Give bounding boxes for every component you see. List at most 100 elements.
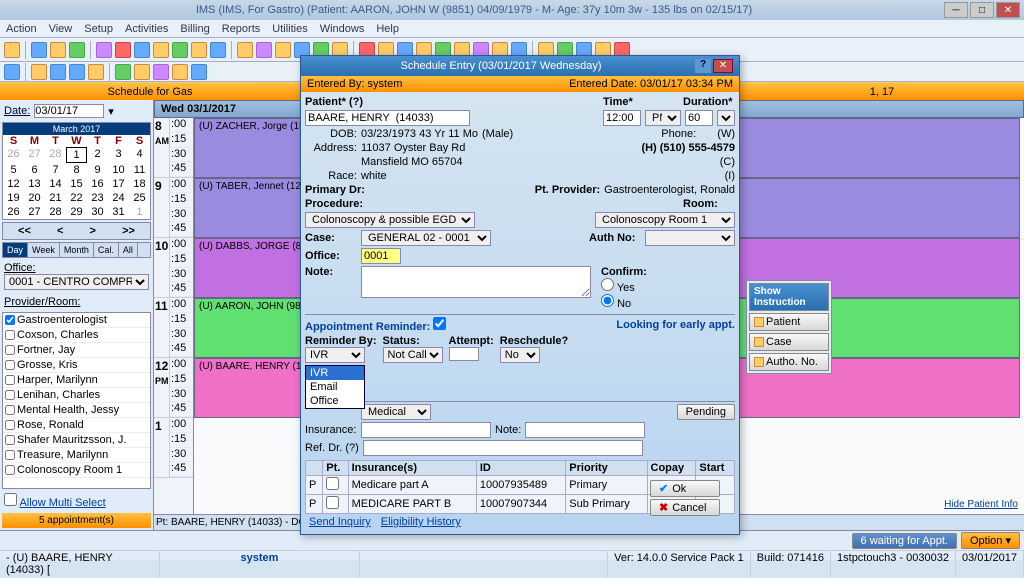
calendar-day[interactable]: 27 [24,205,45,219]
menu-billing[interactable]: Billing [180,23,209,35]
toolbar-icon[interactable] [153,64,169,80]
provider-checkbox[interactable] [5,375,15,385]
calendar-day[interactable]: 5 [3,163,24,177]
case-select[interactable]: GENERAL 02 - 0001 - 08/15/0 [361,230,491,246]
nav-prev-icon[interactable] [50,64,66,80]
procedure-select[interactable]: Colonoscopy & possible EGDw/ MAC [305,212,475,228]
provider-item[interactable]: Gastroenterologist [3,313,150,328]
toolbar-icon[interactable] [191,64,207,80]
menu-view[interactable]: View [49,23,73,35]
send-inquiry-link[interactable]: Send Inquiry [309,516,371,528]
provider-checkbox[interactable] [5,405,15,415]
provider-item[interactable]: Fortner, Jay [3,343,150,358]
provider-checkbox[interactable] [5,390,15,400]
calendar-day[interactable]: 23 [87,191,108,205]
calendar-day[interactable]: 12 [3,177,24,191]
ok-button[interactable]: ✔ Ok [650,480,720,497]
reminder-opt-office[interactable]: Office [306,394,364,408]
option-button[interactable]: Option ▾ [961,532,1020,549]
calendar-day[interactable]: 31 [108,205,129,219]
pending-button[interactable]: Pending [677,404,735,420]
calendar-day[interactable]: 6 [24,163,45,177]
calendar-day[interactable]: 7 [45,163,66,177]
calendar-day[interactable]: 16 [87,177,108,191]
toolbar-icon[interactable] [237,42,253,58]
provider-checkbox[interactable] [5,315,15,325]
calendar-day[interactable]: 8 [66,163,87,177]
tab-month[interactable]: Month [60,243,94,257]
provider-item[interactable]: Mental Health, Jessy [3,403,150,418]
cancel-button[interactable]: ✖ Cancel [650,499,720,516]
toolbar-icon[interactable] [256,42,272,58]
date-input[interactable] [34,104,104,118]
menu-help[interactable]: Help [376,23,399,35]
menu-utilities[interactable]: Utilities [272,23,307,35]
calendar-day[interactable]: 2 [87,147,108,163]
calendar-day[interactable]: 4 [129,147,150,163]
note-textarea[interactable] [361,266,591,298]
provider-checkbox[interactable] [5,420,15,430]
waiting-button[interactable]: 6 waiting for Appt. [852,533,957,549]
nav-prev[interactable]: < [57,225,63,237]
calendar-day[interactable]: 21 [45,191,66,205]
patient-input[interactable] [305,110,470,126]
provider-item[interactable]: Shafer Mauritzsson, J. [3,433,150,448]
toolbar-icon[interactable] [4,42,20,58]
insurance-input[interactable] [361,422,491,438]
calendar-day[interactable]: 24 [108,191,129,205]
ampm-select[interactable]: PM [645,110,681,126]
calendar-day[interactable]: 17 [108,177,129,191]
date-dropdown-icon[interactable]: ▾ [108,105,114,118]
toolbar-icon[interactable] [134,42,150,58]
toolbar-icon[interactable] [191,42,207,58]
calendar-day[interactable]: 13 [24,177,45,191]
menu-windows[interactable]: Windows [320,23,365,35]
provider-checkbox[interactable] [5,330,15,340]
tab-week[interactable]: Week [28,243,60,257]
calendar-day[interactable]: 14 [45,177,66,191]
ins-row-checkbox[interactable] [326,477,339,490]
provider-item[interactable]: Grosse, Kris [3,358,150,373]
toolbar-icon[interactable] [210,42,226,58]
maximize-button[interactable]: □ [970,2,994,18]
nav-first[interactable]: << [18,225,31,237]
duration-dropdown[interactable] [717,110,735,126]
provider-checkbox[interactable] [5,450,15,460]
toolbar-icon[interactable] [69,42,85,58]
provider-item[interactable]: Harper, Marilynn [3,373,150,388]
provider-checkbox[interactable] [5,360,15,370]
nav-next[interactable]: > [90,225,96,237]
hide-patient-info-link[interactable]: Hide Patient Info [944,499,1018,510]
authno-select[interactable] [645,230,735,246]
reminder-by-dropdown[interactable]: IVR Email Office [305,365,365,409]
provider-item[interactable]: Coxson, Charles [3,328,150,343]
calendar-day[interactable]: 26 [3,205,24,219]
menu-reports[interactable]: Reports [222,23,261,35]
office-select[interactable]: 0001 - CENTRO COMPR [4,274,149,290]
duration-input[interactable] [685,110,713,126]
calendar-day[interactable]: 19 [3,191,24,205]
toolbar-icon[interactable] [31,64,47,80]
calendar-day[interactable]: 10 [108,163,129,177]
provider-list[interactable]: GastroenterologistCoxson, CharlesFortner… [2,312,151,489]
office-input[interactable] [361,248,401,264]
dialog-titlebar[interactable]: Schedule Entry (03/01/2017 Wednesday) ? … [301,56,739,76]
nav-last[interactable]: >> [122,225,135,237]
provider-item[interactable]: Rose, Ronald [3,418,150,433]
reminder-checkbox[interactable] [433,317,446,330]
dialog-help-icon[interactable]: ? [695,59,711,73]
provider-item[interactable]: Treasure, Marilynn [3,448,150,463]
toolbar-icon[interactable] [4,64,20,80]
refdr-input[interactable] [363,440,643,456]
reminder-opt-ivr[interactable]: IVR [306,366,364,380]
menu-action[interactable]: Action [6,23,37,35]
status-select[interactable]: Not Called [383,347,443,363]
side-autho-button[interactable]: Autho. No. [749,353,829,371]
dialog-close-icon[interactable]: ✕ [713,59,733,73]
nav-next-icon[interactable] [69,64,85,80]
close-button[interactable]: ✕ [996,2,1020,18]
tab-all[interactable]: All [119,243,138,257]
toolbar-icon[interactable] [96,42,112,58]
calendar-day[interactable]: 18 [129,177,150,191]
tab-cal[interactable]: Cal. [94,243,119,257]
